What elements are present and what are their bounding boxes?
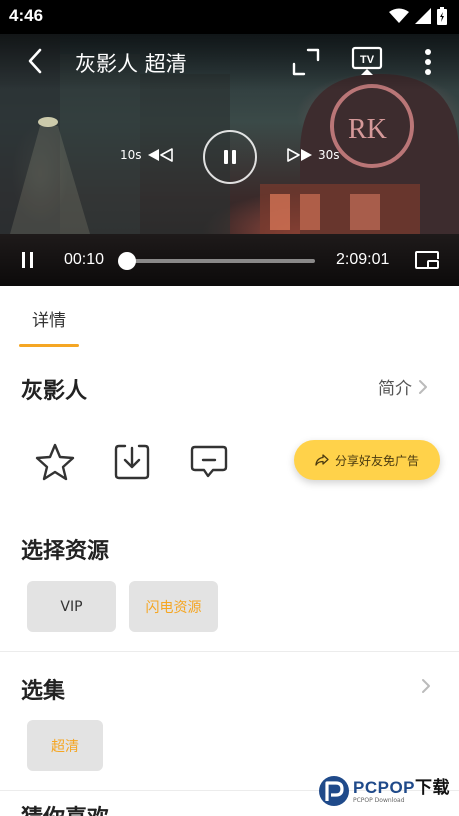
star-icon	[35, 443, 75, 481]
share-button[interactable]: 分享好友免广告	[294, 440, 440, 480]
tab-details[interactable]: 详情	[19, 286, 79, 348]
watermark-brand: PCPOP下载	[353, 779, 450, 796]
forward-button[interactable]: 30s	[286, 148, 340, 162]
seek-bar[interactable]	[118, 252, 315, 270]
source-option-lightning[interactable]: 闪电资源	[129, 581, 218, 632]
video-topbar	[0, 34, 459, 90]
back-button[interactable]	[20, 46, 50, 76]
pcpop-watermark: PCPOP下载 PCPOP Download	[318, 775, 450, 807]
cast-tv-button[interactable]: TV	[350, 44, 384, 78]
watermark-brand-latin: PCPOP	[353, 777, 416, 797]
tab-strip: 详情	[0, 286, 459, 348]
cast-tv-icon: TV	[351, 46, 383, 75]
share-icon	[315, 454, 329, 466]
pause-icon	[22, 252, 33, 268]
forward-icon	[287, 148, 312, 162]
fullscreen-icon	[292, 48, 320, 76]
episode-option-hd[interactable]: 超清	[27, 720, 103, 771]
episode-section-title: 选集	[21, 679, 66, 704]
tab-label: 详情	[32, 311, 66, 331]
comment-icon	[190, 445, 228, 478]
forward-label: 30s	[318, 148, 340, 162]
download-icon	[114, 444, 150, 480]
seek-thumb[interactable]	[118, 252, 137, 270]
fullscreen-button[interactable]	[290, 46, 322, 78]
source-section-title: 选择资源	[21, 539, 110, 564]
more-button[interactable]	[418, 46, 438, 78]
status-icons	[389, 7, 447, 25]
play-pause-button[interactable]	[20, 251, 36, 273]
current-time: 00:10	[64, 251, 105, 268]
pip-button[interactable]	[414, 250, 440, 274]
episode-option-label: 超清	[51, 738, 79, 755]
back-icon	[28, 48, 42, 74]
watermark-brand-cn: 下载	[415, 777, 451, 797]
rewind-label: 10s	[120, 148, 142, 162]
chevron-right-icon	[422, 679, 430, 693]
chevron-right-icon	[419, 379, 427, 394]
rewind-icon	[147, 148, 173, 162]
intro-label: 简介	[378, 379, 412, 399]
watermark-sub: PCPOP Download	[353, 796, 405, 804]
pause-icon	[224, 150, 236, 164]
video-title: 灰影人 超清	[75, 52, 187, 76]
episode-more-button[interactable]	[421, 678, 431, 698]
video-player[interactable]: RK 灰影人 超清 TV 10s 30s 00:10 2:09:01	[0, 34, 459, 286]
total-time: 2:09:01	[336, 251, 390, 268]
divider	[0, 651, 459, 652]
comment-button[interactable]	[187, 440, 231, 484]
intro-link[interactable]: 简介	[378, 374, 428, 399]
download-button[interactable]	[110, 440, 154, 484]
status-bar: 4:46	[0, 0, 459, 34]
source-option-label: VIP	[60, 598, 83, 615]
watermark-text: PCPOP下载 PCPOP Download	[353, 779, 450, 804]
center-pause-button[interactable]	[203, 130, 257, 184]
center-controls: 10s 30s	[0, 130, 459, 186]
status-time: 4:46	[9, 6, 44, 25]
guess-section-title: 猜你喜欢	[21, 800, 109, 816]
action-icons	[33, 440, 231, 484]
source-option-label: 闪电资源	[145, 599, 202, 616]
video-bottom-bar: 00:10 2:09:01	[0, 234, 459, 286]
tab-indicator	[19, 344, 79, 347]
pip-icon	[415, 251, 439, 269]
signal-icon	[415, 8, 431, 24]
favorite-button[interactable]	[33, 440, 77, 484]
share-label: 分享好友免广告	[334, 453, 419, 468]
source-option-vip[interactable]: VIP	[27, 581, 116, 632]
svg-text:TV: TV	[360, 54, 375, 66]
pcpop-logo-icon	[319, 776, 349, 806]
battery-icon	[437, 7, 447, 25]
wifi-icon	[389, 8, 409, 23]
more-vert-icon	[425, 49, 431, 75]
rewind-button[interactable]: 10s	[120, 148, 174, 162]
movie-title: 灰影人	[21, 379, 88, 404]
